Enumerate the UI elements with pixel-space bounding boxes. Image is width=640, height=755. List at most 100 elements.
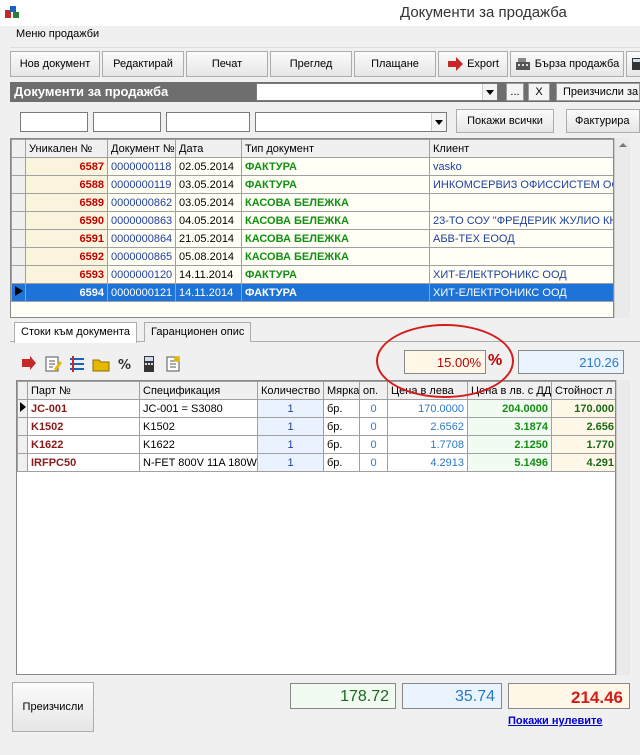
chevron-down-icon [431, 113, 446, 131]
menu-sales[interactable]: Меню продажби [10, 25, 105, 43]
table-row[interactable]: 6592 0000000865 05.08.2014 КАСОВА БЕЛЕЖКА [11, 247, 613, 266]
col-op[interactable]: оп. [359, 381, 388, 400]
row-indicator [11, 211, 26, 230]
cell-price-vat: 5.1496 [467, 453, 552, 472]
percent-icon[interactable]: % [116, 355, 134, 373]
add-item-icon[interactable] [20, 355, 38, 373]
table-row[interactable]: 6593 0000000120 14.11.2014 ФАКТУРА ХИТ-ЕЛЕКТ… [11, 265, 613, 284]
document-star-icon[interactable] [164, 355, 182, 373]
table-row[interactable]: 6588 0000000119 03.05.2014 ФАКТУРА ИНКОМСЕРВ… [11, 175, 613, 194]
cell-unique-no: 6594 [25, 283, 108, 302]
edit-item-icon[interactable] [44, 355, 62, 373]
col-unit[interactable]: Мярка [323, 381, 360, 400]
cell-client: ХИТ-ЕЛЕКТРОНИКС ООД [429, 283, 613, 302]
tab-warranty[interactable]: Гаранционен опис [144, 322, 252, 342]
cell-part-no: K1502 [27, 417, 140, 436]
col-doc-no[interactable]: Документ № [107, 139, 176, 158]
recalculate-button[interactable]: Преизчисли [12, 682, 94, 732]
cash-register-icon [515, 58, 530, 70]
documents-header: Документи за продажба ... X Преизчисли з… [10, 82, 640, 102]
tab-items[interactable]: Стоки към документа [14, 322, 137, 343]
cell-client: 23-ТО СОУ "ФРЕДЕРИК ЖУЛИО КЮ [429, 211, 613, 230]
cell-unit: бр. [323, 453, 360, 472]
cell-doc-no: 0000000120 [107, 265, 176, 284]
edit-button[interactable]: Редактирай [102, 51, 184, 77]
table-row[interactable]: 6587 0000000118 02.05.2014 ФАКТУРА vasko [11, 157, 613, 176]
table-row[interactable]: 6590 0000000863 04.05.2014 КАСОВА БЕЛЕЖКА 23… [11, 211, 613, 230]
documents-scrollbar[interactable] [614, 138, 630, 318]
col-spec[interactable]: Спецификация [139, 381, 258, 400]
col-client[interactable]: Клиент [429, 139, 613, 158]
calculator-icon[interactable] [140, 355, 158, 373]
col-doc-type[interactable]: Тип документ [241, 139, 430, 158]
col-total[interactable]: Стойност л [551, 381, 615, 400]
col-date[interactable]: Дата [175, 139, 242, 158]
table-row[interactable]: 6591 0000000864 21.05.2014 КАСОВА БЕЛЕЖКА АБ… [11, 229, 613, 248]
sort-items-icon[interactable] [68, 355, 86, 373]
total-gross: 214.46 [508, 683, 630, 709]
cell-unique-no: 6590 [25, 211, 108, 230]
cell-op: 0 [359, 417, 388, 436]
col-quantity[interactable]: Количество [257, 381, 324, 400]
cell-spec: K1622 [139, 435, 258, 454]
chevron-down-icon [482, 84, 497, 100]
cell-op: 0 [359, 453, 388, 472]
table-row[interactable]: K1502 K1502 1 бр. 0 2.6562 3.1874 2.656 [17, 417, 615, 436]
scroll-up-icon [619, 143, 627, 147]
document-type-combo[interactable] [256, 83, 498, 101]
items-scrollbar[interactable] [616, 380, 630, 675]
col-unique-no[interactable]: Уникален № [25, 139, 108, 158]
cell-quantity[interactable]: 1 [257, 417, 324, 436]
quick-sale-button[interactable]: Бърза продажба [510, 51, 624, 77]
cell-client: ИНКОМСЕРВИЗ ОФИССИСТЕМ ОО [429, 175, 613, 194]
row-indicator [11, 247, 26, 266]
more-toolbar-button[interactable] [626, 51, 640, 77]
payment-button[interactable]: Плащане [354, 51, 436, 77]
row-indicator [11, 229, 26, 248]
cell-quantity[interactable]: 1 [257, 435, 324, 454]
toolbar: Нов документ Редактирай Печат Преглед Пл… [10, 49, 640, 79]
row-indicator [11, 175, 26, 194]
app-icon [5, 6, 19, 18]
cell-part-no: IRFPC50 [27, 453, 140, 472]
col-part-no[interactable]: Парт № [27, 381, 140, 400]
new-document-button[interactable]: Нов документ [10, 51, 100, 77]
cell-quantity[interactable]: 1 [257, 399, 324, 418]
cell-spec: JC-001 = S3080 [139, 399, 258, 418]
show-zero-link[interactable]: Покажи нулевите [508, 715, 602, 727]
table-row[interactable]: 6594 0000000121 14.11.2014 ФАКТУРА ХИТ-ЕЛЕКТ… [11, 283, 613, 302]
open-folder-icon[interactable] [92, 355, 110, 373]
details-tabs: Стоки към документа Гаранционен опис [10, 322, 640, 343]
browse-button[interactable]: ... [506, 83, 524, 101]
table-row[interactable]: K1622 K1622 1 бр. 0 1.7708 2.1250 1.770 [17, 435, 615, 454]
cell-doc-type: ФАКТУРА [241, 157, 430, 176]
print-button[interactable]: Печат [186, 51, 268, 77]
cell-quantity[interactable]: 1 [257, 453, 324, 472]
cell-date: 03.05.2014 [175, 175, 242, 194]
row-indicator [11, 193, 26, 212]
table-row[interactable]: 6589 0000000862 03.05.2014 КАСОВА БЕЛЕЖКА [11, 193, 613, 212]
cell-part-no: K1622 [27, 435, 140, 454]
table-row[interactable]: JC-001 JC-001 = S3080 1 бр. 0 170.0000 204.000… [17, 399, 615, 418]
recalc-for-button[interactable]: Преизчисли за [556, 83, 640, 101]
preview-button[interactable]: Преглед [270, 51, 352, 77]
filter-doc-no[interactable] [93, 112, 161, 132]
filter-unique-no[interactable] [20, 112, 88, 132]
table-row[interactable]: IRFPC50 N-FET 800V 11A 180W 1 бр. 0 4.2913 5.1… [17, 453, 615, 472]
row-indicator [17, 399, 28, 418]
cell-date: 02.05.2014 [175, 157, 242, 176]
cell-doc-type: КАСОВА БЕЛЕЖКА [241, 229, 430, 248]
show-all-button[interactable]: Покажи всички [456, 109, 554, 133]
cell-doc-type: ФАКТУРА [241, 265, 430, 284]
row-indicator [17, 435, 28, 454]
cell-op: 0 [359, 399, 388, 418]
cell-price-vat: 204.0000 [467, 399, 552, 418]
export-button[interactable]: Export [438, 51, 508, 77]
filter-date[interactable] [166, 112, 250, 132]
markup-value-field[interactable]: 210.26 [518, 350, 624, 374]
filter-doc-type-combo[interactable] [255, 112, 447, 132]
clear-button[interactable]: X [528, 83, 550, 101]
cell-client [429, 247, 613, 266]
items-grid: Парт № Спецификация Количество Мярка оп.… [16, 380, 616, 675]
invoice-button[interactable]: Фактурира [566, 109, 640, 133]
